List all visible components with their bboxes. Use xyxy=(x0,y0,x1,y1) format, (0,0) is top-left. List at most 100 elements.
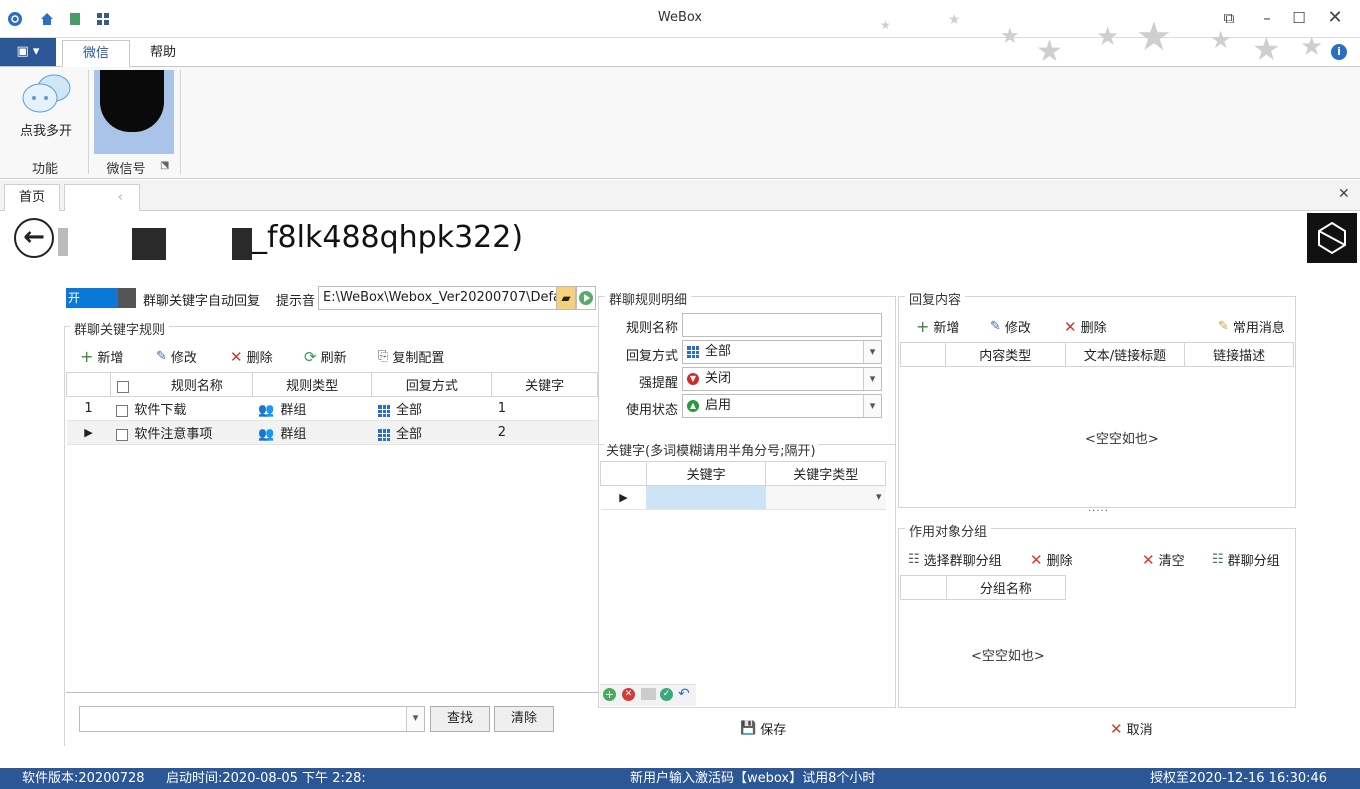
group-expand-icon[interactable]: ⬔ xyxy=(160,160,169,171)
status-promo: 新用户输入激活码【webox】试用8个小时 xyxy=(630,771,876,786)
doc-tab-current[interactable]: ‹ xyxy=(64,184,140,211)
doc-tab-home[interactable]: 首页 xyxy=(4,184,61,211)
edit-disabled-icon[interactable] xyxy=(641,688,656,700)
chevron-down-icon[interactable]: ▾ xyxy=(863,395,881,417)
rules-search-combo[interactable]: ▾ xyxy=(79,706,425,732)
reply-edit-button[interactable]: ✎ 修改 xyxy=(990,317,1031,336)
auto-reply-toggle[interactable]: 开 xyxy=(66,288,136,308)
strong-remind-label: 强提醒 xyxy=(638,376,678,391)
group-chat-groups-button[interactable]: ☷ 群聊分组 xyxy=(1212,550,1280,569)
redacted-block xyxy=(132,228,166,260)
multi-open-button[interactable]: 点我多开 xyxy=(12,72,80,142)
rule-name-input[interactable] xyxy=(682,313,882,337)
confirm-circle-icon[interactable]: ✓ xyxy=(660,688,673,701)
rules-refresh-button[interactable]: ⟳ 刷新 xyxy=(304,347,347,367)
rule-type-cell: 👥 群组 xyxy=(252,420,372,445)
close-button[interactable]: ✕ xyxy=(1324,8,1346,28)
tab-wechat[interactable]: 微信 xyxy=(62,40,131,67)
delete-icon: ✕ xyxy=(1030,550,1043,569)
group-label-function: 功能 xyxy=(31,162,58,177)
column-header-link-desc[interactable]: 链接描述 xyxy=(1184,342,1294,367)
reply-delete-button[interactable]: ✕ 删除 xyxy=(1064,317,1107,337)
strong-remind-select[interactable]: ▼ 关闭 ▾ xyxy=(682,367,882,391)
reply-add-button[interactable]: + 新增 xyxy=(916,317,959,336)
rule-type: 群组 xyxy=(280,427,307,442)
groups-empty-text: <空空如也> xyxy=(971,649,1045,664)
table-row[interactable]: 1 软件下载 👥 群组 全部 1 xyxy=(66,396,598,421)
use-status-select[interactable]: ▲ 启用 ▾ xyxy=(682,394,882,418)
table-row[interactable]: ▶ 软件注意事项 👥 群组 全部 2 xyxy=(66,420,598,445)
chevron-down-icon[interactable]: ▾ xyxy=(406,707,424,731)
column-header-content-type[interactable]: 内容类型 xyxy=(944,342,1066,367)
document-tab-bar xyxy=(0,180,1360,211)
clear-button[interactable]: 清除 xyxy=(494,706,554,732)
reply-mode-cell: 全部 xyxy=(371,396,492,421)
column-header-text-title[interactable]: 文本/链接标题 xyxy=(1064,342,1186,367)
info-icon[interactable]: i xyxy=(1331,44,1347,60)
rules-delete-button[interactable]: ✕ 删除 xyxy=(230,347,273,367)
save-button[interactable]: 💾 保存 xyxy=(740,719,786,738)
search-button[interactable]: 查找 xyxy=(430,706,490,732)
add-circle-icon[interactable]: + xyxy=(603,688,616,701)
play-button[interactable] xyxy=(576,286,596,310)
keyword-edit-cell[interactable] xyxy=(646,485,766,510)
keywords-title: 关键字(多词模糊请用半角分号;隔开) xyxy=(604,440,818,459)
reply-mode-select[interactable]: 全部 ▾ xyxy=(682,340,882,364)
tab-help[interactable]: 帮助 xyxy=(130,40,196,67)
wechat-account-tile[interactable] xyxy=(94,70,174,154)
keyword-cell: 1 xyxy=(491,396,598,421)
prompt-sound-path-input[interactable]: E:\WeBox\Webox_Ver20200707\Default xyxy=(318,286,558,310)
plus-icon: + xyxy=(916,317,930,336)
column-header-keyword[interactable]: 关键字 xyxy=(645,461,767,486)
select-all-checkbox[interactable] xyxy=(116,380,129,393)
page-heading: _f8lk488qhpk322) xyxy=(252,220,524,255)
rules-title: 群聊关键字规则 xyxy=(70,319,170,338)
rules-add-button[interactable]: + 新增 xyxy=(80,347,123,366)
chevron-down-icon[interactable]: ▾ xyxy=(863,341,881,363)
restore-layout-icon[interactable]: ⧉ xyxy=(1218,8,1240,28)
column-header-keyword-type[interactable]: 关键字类型 xyxy=(765,461,886,486)
folder-open-icon[interactable]: ▰ xyxy=(556,286,576,310)
row-checkbox[interactable] xyxy=(116,404,129,417)
common-messages-button[interactable]: ✎ 常用消息 xyxy=(1218,317,1285,336)
back-arrow-icon[interactable]: ← xyxy=(14,218,54,258)
maximize-button[interactable]: ☐ xyxy=(1288,8,1310,28)
undo-icon[interactable]: ↶ xyxy=(678,686,690,702)
groups-clear-button[interactable]: ✕ 清空 xyxy=(1142,550,1185,570)
column-header-keyword[interactable]: 关键字 xyxy=(491,372,598,397)
column-header-rule-type[interactable]: 规则类型 xyxy=(251,372,373,397)
row-checkbox[interactable] xyxy=(116,428,129,441)
chevron-down-icon[interactable]: ▾ xyxy=(863,368,881,390)
keyword-type-cell[interactable]: ▾ xyxy=(765,485,886,510)
rule-type: 群组 xyxy=(280,403,307,418)
table-row[interactable]: ▶ ▾ xyxy=(600,485,886,510)
message-pen-icon: ✎ xyxy=(1218,319,1229,334)
account-avatar xyxy=(100,70,164,132)
rules-refresh-label: 刷新 xyxy=(320,351,347,366)
groups-delete-button[interactable]: ✕ 删除 xyxy=(1030,550,1073,570)
rule-name-label: 规则名称 xyxy=(625,321,678,336)
select-group-button[interactable]: ☷ 选择群聊分组 xyxy=(908,550,1002,569)
remove-circle-icon[interactable]: ✕ xyxy=(622,688,635,701)
rules-edit-button[interactable]: ✎ 修改 xyxy=(156,347,197,366)
column-header-group-name[interactable]: 分组名称 xyxy=(945,575,1067,600)
column-header-rule-name[interactable]: 规则名称 xyxy=(109,372,253,397)
play-icon xyxy=(579,291,593,305)
splitter-handle[interactable]: ····· xyxy=(1088,506,1109,517)
group-chat-groups-label: 群聊分组 xyxy=(1227,554,1280,569)
rules-delete-label: 删除 xyxy=(246,351,273,366)
reply-empty-text: <空空如也> xyxy=(1085,432,1159,447)
close-tab-icon[interactable]: ✕ xyxy=(1338,186,1350,202)
webox-logo-icon[interactable] xyxy=(1307,213,1357,263)
cancel-button[interactable]: ✕ 取消 xyxy=(1110,719,1153,739)
column-header-reply-mode[interactable]: 回复方式 xyxy=(371,372,493,397)
row-index: 1 xyxy=(66,396,111,421)
chevron-down-icon[interactable]: ▾ xyxy=(876,490,882,503)
use-status-label: 使用状态 xyxy=(625,403,678,418)
rules-copy-config-button[interactable]: ⎘ 复制配置 xyxy=(378,347,444,366)
edit-icon: ✎ xyxy=(156,349,167,364)
minimize-button[interactable]: – xyxy=(1256,8,1278,28)
reply-header-row: 内容类型 文本/链接标题 链接描述 xyxy=(900,342,1294,367)
row-indicator-header xyxy=(900,342,946,367)
file-menu-button[interactable]: ▣ ▾ xyxy=(0,38,56,66)
